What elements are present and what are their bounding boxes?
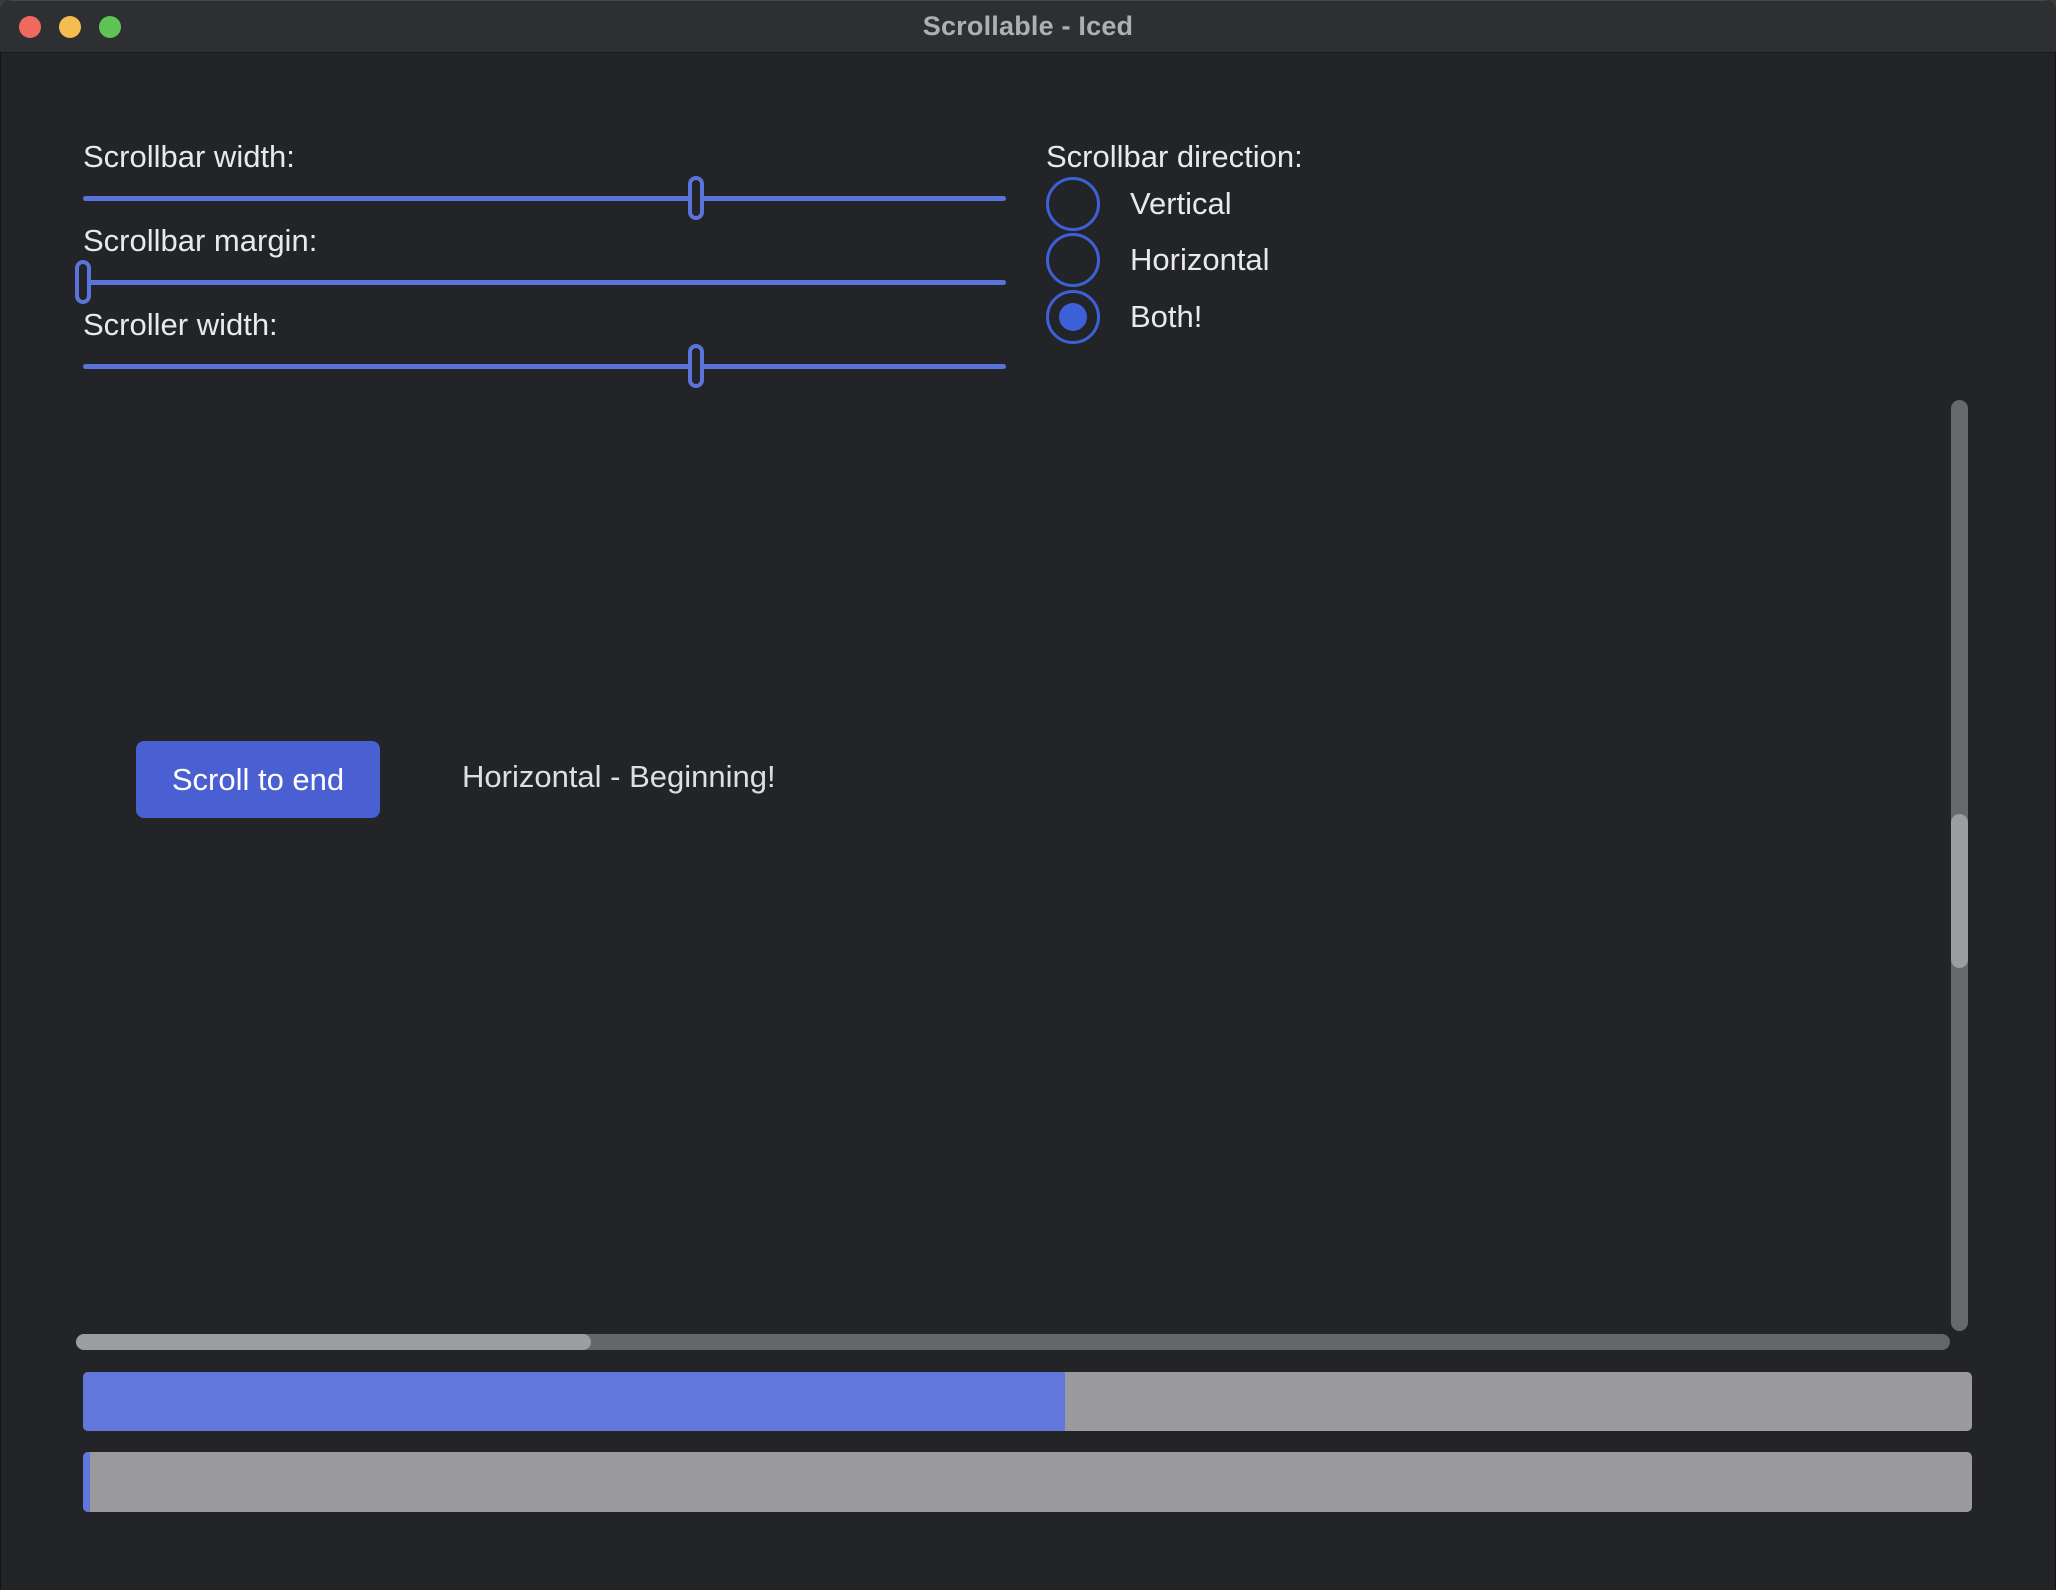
vertical-progress-fill <box>83 1452 90 1512</box>
radio-circle-icon <box>1046 233 1100 287</box>
scrollbar-width-slider[interactable] <box>83 196 1006 201</box>
scrollbar-margin-slider[interactable] <box>83 280 1006 285</box>
radio-option-both[interactable]: Both! <box>1046 290 1202 344</box>
title-bar: Scrollable - Iced <box>0 0 2056 52</box>
vertical-scrollbar-thumb[interactable] <box>1951 814 1968 968</box>
scroll-to-end-button[interactable]: Scroll to end <box>136 741 380 818</box>
horizontal-progress-bar <box>83 1372 1972 1431</box>
radio-dot <box>1059 303 1087 331</box>
scrollbar-margin-slider-handle[interactable] <box>75 260 91 304</box>
vertical-progress-bar <box>83 1452 1972 1512</box>
radio-label-both: Both! <box>1130 299 1202 335</box>
horizontal-scrollbar-track[interactable] <box>76 1334 1950 1350</box>
radio-option-vertical[interactable]: Vertical <box>1046 177 1232 231</box>
app-window: Scrollable - Iced Scrollbar width: Scrol… <box>0 0 2056 1590</box>
radio-label-horizontal: Horizontal <box>1130 242 1270 278</box>
radio-label-vertical: Vertical <box>1130 186 1232 222</box>
scrollbar-margin-label: Scrollbar margin: <box>83 221 317 261</box>
scroll-status-text: Horizontal - Beginning! <box>462 759 776 795</box>
scroller-width-label: Scroller width: <box>83 305 278 345</box>
scrollbar-direction-label: Scrollbar direction: <box>1046 137 1303 177</box>
scrollbar-width-label: Scrollbar width: <box>83 137 295 177</box>
horizontal-scrollbar-thumb[interactable] <box>76 1334 591 1350</box>
scroller-width-slider[interactable] <box>83 364 1006 369</box>
scrollbar-width-slider-handle[interactable] <box>688 176 704 220</box>
horizontal-progress-fill <box>83 1372 1065 1431</box>
vertical-scrollbar-track[interactable] <box>1951 400 1968 1331</box>
radio-circle-icon <box>1046 290 1100 344</box>
radio-option-horizontal[interactable]: Horizontal <box>1046 233 1270 287</box>
window-title: Scrollable - Iced <box>0 0 2056 52</box>
scroller-width-slider-handle[interactable] <box>688 344 704 388</box>
radio-circle-icon <box>1046 177 1100 231</box>
